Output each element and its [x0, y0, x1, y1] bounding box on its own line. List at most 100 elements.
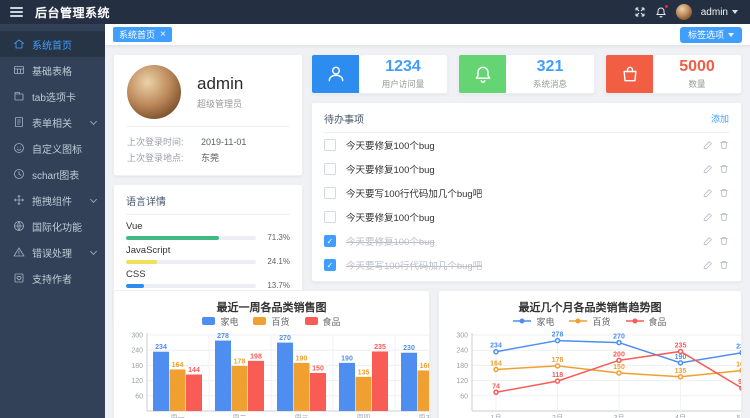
delete-icon[interactable] [719, 188, 729, 198]
edit-icon[interactable] [703, 164, 713, 174]
legend-label: 百货 [271, 315, 289, 328]
edit-icon[interactable] [703, 188, 713, 198]
svg-text:278: 278 [552, 332, 564, 339]
svg-text:200: 200 [613, 351, 625, 358]
svg-text:240: 240 [131, 348, 143, 355]
delete-icon[interactable] [719, 140, 729, 150]
tag-bar: 系统首页 × 标签选项 [105, 24, 750, 46]
edit-icon[interactable] [703, 236, 713, 246]
progress-track [126, 236, 256, 240]
svg-text:118: 118 [552, 372, 563, 379]
todo-checkbox[interactable]: ✓ [324, 259, 336, 271]
todo-text: 今天要写100行代码加几个bug吧 [346, 186, 482, 200]
support-icon [13, 272, 25, 284]
sidebar-item-0[interactable]: 系统首页 [0, 31, 105, 57]
legend-item[interactable]: 百货 [253, 315, 289, 328]
delete-icon[interactable] [719, 260, 729, 270]
todo-text: 今天要修复100个bug [346, 138, 435, 152]
language-row: CSS13.7% [126, 269, 290, 290]
bar-chart-svg: 6012018024030023427827019023016417819013… [114, 329, 429, 418]
menu-toggle-icon[interactable] [10, 7, 23, 17]
legend-line-marker [569, 317, 587, 325]
edit-icon[interactable] [703, 212, 713, 222]
sidebar-item-7[interactable]: 国际化功能 [0, 213, 105, 239]
chevron-down-icon [90, 195, 97, 202]
progress-fill [126, 260, 157, 264]
todo-checkbox[interactable] [324, 163, 336, 175]
svg-text:240: 240 [456, 348, 468, 355]
svg-text:周三: 周三 [295, 414, 309, 418]
fullscreen-icon[interactable] [634, 6, 646, 18]
todo-checkbox[interactable]: ✓ [324, 235, 336, 247]
chevron-down-icon [732, 10, 738, 14]
svg-text:周一: 周一 [171, 414, 185, 418]
chart-title: 最近几个月各品类销售趋势图 [439, 299, 741, 313]
svg-text:周四: 周四 [357, 414, 371, 418]
legend-swatch [202, 317, 215, 325]
tab-label: 系统首页 [119, 28, 155, 41]
tabs-icon [13, 90, 25, 102]
sidebar-item-8[interactable]: 错误处理 [0, 239, 105, 265]
todo-text: 今天要写100行代码加几个bug吧 [346, 258, 482, 272]
profile-role: 超级管理员 [197, 97, 243, 110]
todo-checkbox[interactable] [324, 139, 336, 151]
svg-text:234: 234 [155, 344, 167, 351]
svg-text:2月: 2月 [552, 414, 563, 418]
todo-text: 今天要修复100个bug [346, 234, 435, 248]
svg-text:180: 180 [456, 363, 468, 370]
delete-icon[interactable] [719, 164, 729, 174]
tab-home[interactable]: 系统首页 × [113, 27, 172, 42]
delete-icon[interactable] [719, 212, 729, 222]
home-icon [13, 38, 25, 50]
todo-checkbox[interactable] [324, 187, 336, 199]
sidebar: 系统首页基础表格tab选项卡表单相关自定义图标schart图表拖拽组件国际化功能… [0, 24, 105, 418]
todo-add-button[interactable]: 添加 [711, 112, 729, 125]
legend-item[interactable]: 食品 [305, 315, 341, 328]
delete-icon[interactable] [719, 236, 729, 246]
last-login-time-label: 上次登录时间: [127, 134, 201, 150]
sidebar-item-3[interactable]: 表单相关 [0, 109, 105, 135]
sidebar-item-6[interactable]: 拖拽组件 [0, 187, 105, 213]
close-icon[interactable]: × [160, 30, 166, 40]
progress-percent: 71.3% [256, 233, 290, 242]
chevron-down-icon [90, 247, 97, 254]
line-chart-card: 最近几个月各品类销售趋势图家电百货食品601201802403002342782… [438, 290, 742, 418]
sidebar-item-5[interactable]: schart图表 [0, 161, 105, 187]
svg-text:90: 90 [738, 379, 741, 386]
sidebar-item-label: 表单相关 [32, 115, 72, 130]
svg-text:74: 74 [492, 383, 500, 390]
bell-icon[interactable] [655, 6, 667, 18]
avatar[interactable] [676, 4, 692, 20]
svg-text:235: 235 [374, 344, 386, 351]
todo-title: 待办事项 [324, 111, 364, 126]
svg-text:164: 164 [172, 362, 184, 369]
sidebar-item-1[interactable]: 基础表格 [0, 57, 105, 83]
edit-icon[interactable] [703, 140, 713, 150]
language-card-title: 语言详情 [126, 193, 290, 215]
profile-avatar [127, 65, 181, 119]
globe-icon [13, 220, 25, 232]
svg-text:周五: 周五 [419, 414, 430, 418]
bar-chart-card: 最近一周各品类销售图家电 百货 食品601201802403002342782701… [113, 290, 430, 418]
legend-line-marker [513, 317, 531, 325]
tag-options-button[interactable]: 标签选项 [680, 27, 742, 43]
user-menu[interactable]: admin [701, 7, 738, 18]
legend-item[interactable]: 家电 [513, 315, 554, 328]
edit-icon[interactable] [703, 260, 713, 270]
progress-fill [126, 236, 219, 240]
legend-item[interactable]: 食品 [626, 315, 667, 328]
legend-label: 百货 [592, 315, 610, 328]
sidebar-item-2[interactable]: tab选项卡 [0, 83, 105, 109]
svg-text:178: 178 [552, 357, 564, 364]
svg-text:270: 270 [279, 335, 291, 342]
language-name: CSS [126, 269, 290, 280]
svg-text:5月: 5月 [737, 414, 741, 418]
legend-item[interactable]: 百货 [569, 315, 610, 328]
chart-title: 最近一周各品类销售图 [114, 299, 429, 313]
legend-item[interactable]: 家电 [202, 315, 238, 328]
sidebar-item-4[interactable]: 自定义图标 [0, 135, 105, 161]
todo-item: 今天要修复100个bug [324, 205, 729, 229]
sidebar-item-9[interactable]: 支持作者 [0, 265, 105, 291]
todo-text: 今天要修复100个bug [346, 210, 435, 224]
todo-checkbox[interactable] [324, 211, 336, 223]
